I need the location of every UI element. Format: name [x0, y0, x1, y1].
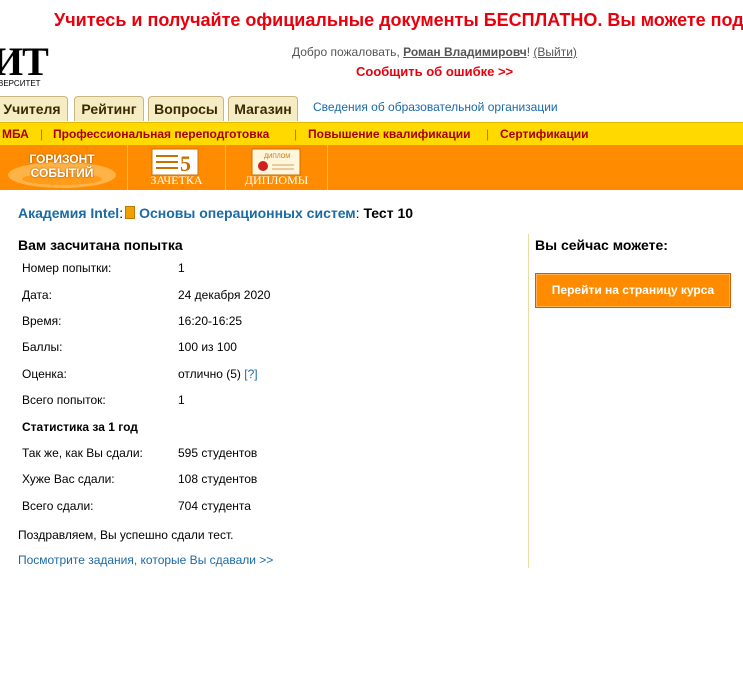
breadcrumb: Академия Intel: Основы операционных систе…: [18, 205, 413, 221]
diplomas-link[interactable]: ДИПЛОМ ДИПЛОМЫ: [226, 145, 328, 190]
nav-separator: |: [40, 127, 44, 141]
attempt-row-value: 24 декабря 2020: [178, 288, 271, 302]
welcome-prefix: Добро пожаловать,: [292, 45, 404, 59]
grade-value: отлично (5) [?]: [178, 367, 258, 381]
logo-caption: ВЕРСИТЕТ: [0, 79, 41, 88]
attempt-row: Дата: 24 декабря 2020: [22, 288, 270, 302]
horizon-events-link[interactable]: ГОРИЗОНТ СОБЫТИЙ: [0, 145, 128, 190]
tab-shop[interactable]: Магазин: [228, 96, 298, 121]
attempt-row-value: 1: [178, 261, 185, 275]
user-name-link[interactable]: Роман Владимировч: [403, 45, 527, 59]
report-error-link[interactable]: Сообщить об ошибке >>: [356, 64, 513, 79]
tab-questions[interactable]: Вопросы: [148, 96, 224, 121]
breadcrumb-current: Тест 10: [363, 205, 414, 221]
gradebook-link[interactable]: 5 ЗАЧЕТКА: [128, 145, 226, 190]
promo-banner-text[interactable]: Учитесь и получайте официальные документ…: [54, 10, 743, 31]
congrats-message: Поздравляем, Вы успешно сдали тест.: [18, 528, 234, 542]
breadcrumb-academy[interactable]: Академия Intel: [18, 205, 119, 221]
site-logo[interactable]: ИТ ВЕРСИТЕТ: [0, 44, 60, 94]
attempt-row-label: Оценка:: [22, 367, 67, 381]
attempt-row: Время: 16:20-16:25: [22, 314, 242, 328]
nav-mba[interactable]: МБА: [2, 127, 29, 141]
view-tasks-link[interactable]: Посмотрите задания, которые Вы сдавали >…: [18, 553, 273, 567]
attempt-row: Баллы: 100 из 100: [22, 340, 237, 354]
welcome-line: Добро пожаловать, Роман Владимировч! (Вы…: [292, 45, 577, 59]
stats-row-label: Всего сдали:: [22, 499, 94, 513]
attempt-row-label: Время:: [22, 314, 62, 328]
stats-title: Статистика за 1 год: [22, 420, 138, 434]
program-nav: МБА | Профессиональная переподготовка | …: [0, 122, 743, 145]
gradebook-label: ЗАЧЕТКА: [150, 173, 203, 187]
svg-text:ДИПЛОМ: ДИПЛОМ: [264, 154, 290, 160]
stats-row-value: 595 студентов: [178, 446, 258, 460]
attempt-row-value: 100 из 100: [178, 340, 237, 354]
service-nav: ГОРИЗОНТ СОБЫТИЙ 5 ЗАЧЕТКА ДИПЛОМ ДИПЛОМ…: [0, 145, 743, 190]
horizon-label: ГОРИЗОНТ СОБЫТИЙ: [29, 152, 95, 180]
logout-link[interactable]: (Выйти): [533, 45, 577, 59]
nav-qualification[interactable]: Повышение квалификации: [308, 127, 470, 141]
tab-teachers[interactable]: Учителя: [0, 96, 68, 121]
attempt-row-value: 16:20-16:25: [178, 314, 243, 328]
stats-row: Хуже Вас сдали: 108 студентов: [22, 472, 257, 486]
stats-row-label: Хуже Вас сдали:: [22, 472, 115, 486]
breadcrumb-course[interactable]: Основы операционных систем: [139, 205, 356, 221]
stats-row: Всего сдали: 704 студента: [22, 499, 251, 513]
tab-rating[interactable]: Рейтинг: [74, 96, 144, 121]
attempt-row-label: Дата:: [22, 288, 52, 302]
diplomas-label: ДИПЛОМЫ: [244, 173, 309, 187]
attempt-row-label: Баллы:: [22, 340, 63, 354]
stats-row-value: 704 студента: [178, 499, 251, 513]
book-icon: [125, 206, 136, 219]
breadcrumb-colon: :: [119, 205, 124, 221]
stats-row-label: Так же, как Вы сдали:: [22, 446, 143, 460]
attempt-row-label: Номер попытки:: [22, 261, 112, 275]
attempt-row: Оценка: отлично (5) [?]: [22, 367, 258, 381]
grade-help-link[interactable]: [?]: [244, 367, 257, 381]
attempt-row-value: 1: [178, 393, 185, 407]
column-divider: [528, 234, 529, 568]
nav-separator: |: [294, 127, 298, 141]
stats-row-value: 108 студентов: [178, 472, 258, 486]
nav-retraining[interactable]: Профессиональная переподготовка: [53, 127, 269, 141]
actions-title: Вы сейчас можете:: [535, 237, 668, 253]
nav-separator: |: [486, 127, 490, 141]
org-info-link[interactable]: Сведения об образовательной организации: [313, 100, 558, 114]
attempt-row-label: Всего попыток:: [22, 393, 106, 407]
attempt-row: Всего попыток: 1: [22, 393, 185, 407]
go-to-course-button[interactable]: Перейти на страницу курса: [535, 273, 731, 308]
promo-banner[interactable]: Учитесь и получайте официальные документ…: [0, 0, 743, 42]
nav-certification[interactable]: Сертификации: [500, 127, 588, 141]
attempt-title: Вам засчитана попытка: [18, 237, 183, 253]
attempt-row: Номер попытки: 1: [22, 261, 185, 275]
stats-row: Так же, как Вы сдали: 595 студентов: [22, 446, 257, 460]
